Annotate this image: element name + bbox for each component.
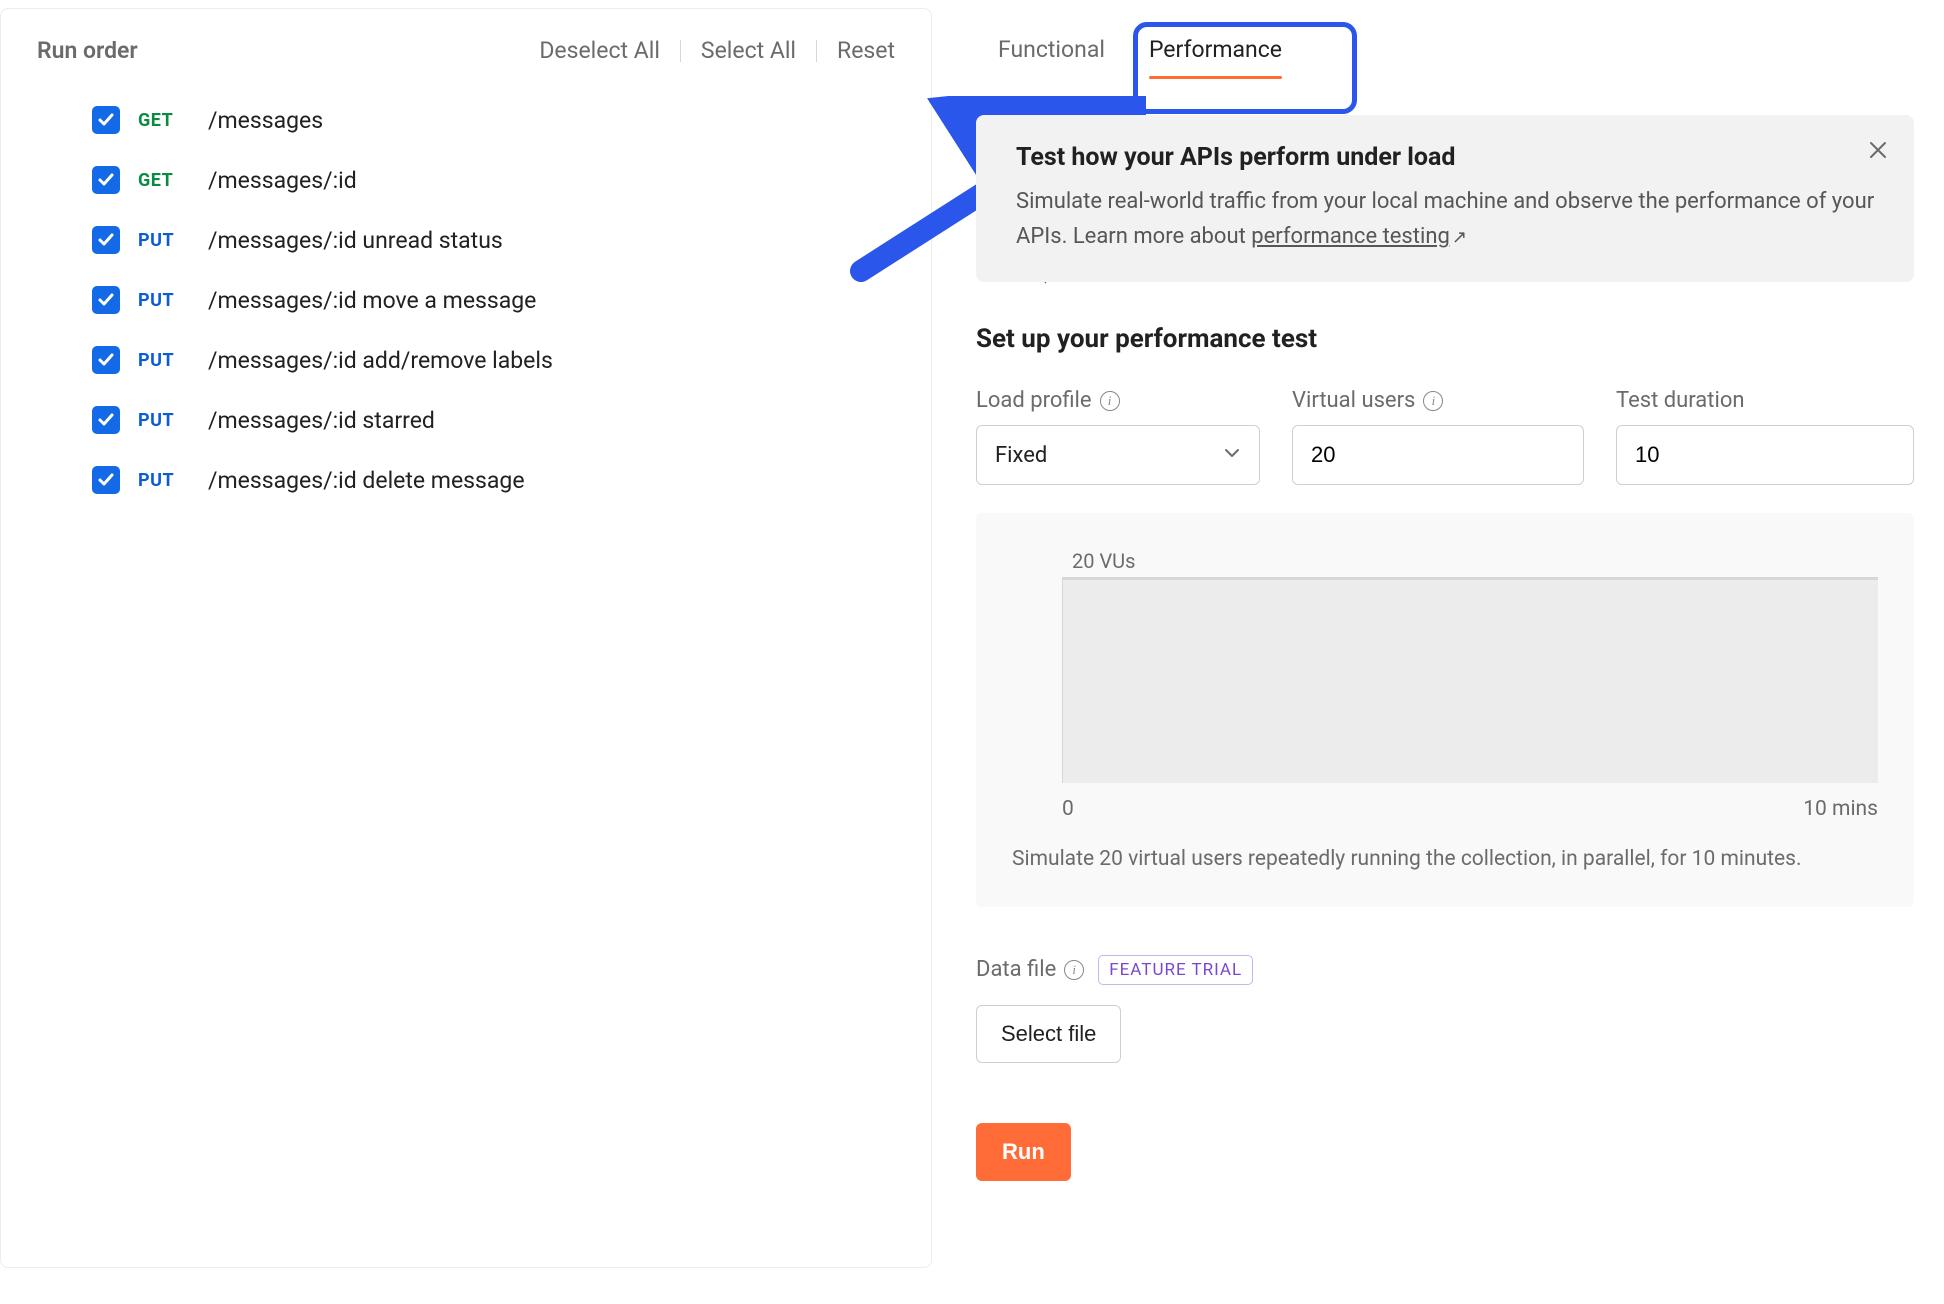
request-row[interactable]: PUT /messages/:id starred bbox=[92, 406, 895, 434]
virtual-users-label: Virtual users i bbox=[1292, 388, 1584, 413]
run-order-actions: Deselect All Select All Reset bbox=[539, 37, 895, 64]
external-link-icon: ↗ bbox=[1452, 227, 1467, 248]
request-path: /messages/:id delete message bbox=[208, 467, 525, 494]
close-icon[interactable] bbox=[1868, 139, 1888, 165]
request-method: PUT bbox=[138, 230, 190, 251]
reset-button[interactable]: Reset bbox=[837, 37, 895, 64]
request-row[interactable]: PUT /messages/:id add/remove labels bbox=[92, 346, 895, 374]
banner-title: Test how your APIs perform under load bbox=[1016, 143, 1880, 172]
label-text: Data file bbox=[976, 957, 1056, 982]
divider bbox=[680, 40, 681, 62]
run-button[interactable]: Run bbox=[976, 1123, 1071, 1181]
label-text: Test duration bbox=[1616, 388, 1745, 413]
request-path: /messages bbox=[208, 107, 323, 134]
performance-testing-link[interactable]: performance testing bbox=[1251, 224, 1450, 249]
request-checkbox[interactable] bbox=[92, 466, 120, 494]
banner-body: Simulate real-world traffic from your lo… bbox=[1016, 184, 1880, 254]
load-profile-select[interactable]: Fixed bbox=[976, 425, 1260, 485]
label-text: Virtual users bbox=[1292, 388, 1415, 413]
info-icon[interactable]: i bbox=[1423, 391, 1443, 411]
chart-axis-end: 10 mins bbox=[1803, 797, 1878, 821]
request-path: /messages/:id add/remove labels bbox=[208, 347, 553, 374]
request-row[interactable]: PUT /messages/:id delete message bbox=[92, 466, 895, 494]
chart-axis-start: 0 bbox=[1062, 797, 1074, 821]
request-row[interactable]: GET /messages bbox=[92, 106, 895, 134]
info-banner: Test how your APIs perform under load Si… bbox=[976, 115, 1914, 282]
tab-performance[interactable]: Performance bbox=[1127, 28, 1304, 79]
request-checkbox[interactable] bbox=[92, 226, 120, 254]
request-method: GET bbox=[138, 110, 190, 131]
tab-functional[interactable]: Functional bbox=[976, 28, 1127, 79]
virtual-users-input[interactable] bbox=[1292, 425, 1584, 485]
test-duration-label: Test duration bbox=[1616, 388, 1914, 413]
run-order-panel: Run order Deselect All Select All Reset … bbox=[0, 8, 932, 1268]
request-row[interactable]: PUT /messages/:id move a message bbox=[92, 286, 895, 314]
test-duration-input[interactable] bbox=[1617, 426, 1914, 484]
chart-plot-area bbox=[1062, 577, 1878, 783]
select-all-button[interactable]: Select All bbox=[701, 37, 796, 64]
info-icon[interactable]: i bbox=[1064, 960, 1084, 980]
divider bbox=[816, 40, 817, 62]
chevron-down-icon bbox=[1223, 443, 1241, 468]
chart-load-line bbox=[1063, 577, 1878, 580]
request-method: PUT bbox=[138, 470, 190, 491]
request-checkbox[interactable] bbox=[92, 346, 120, 374]
load-profile-chart: 20 VUs 0 10 mins Simulate 20 virtual use… bbox=[976, 513, 1914, 907]
request-list: GET /messages GET /messages/:id PUT /mes… bbox=[92, 106, 895, 494]
deselect-all-button[interactable]: Deselect All bbox=[539, 37, 660, 64]
request-checkbox[interactable] bbox=[92, 166, 120, 194]
request-checkbox[interactable] bbox=[92, 286, 120, 314]
request-checkbox[interactable] bbox=[92, 106, 120, 134]
select-file-button[interactable]: Select file bbox=[976, 1005, 1121, 1063]
request-method: PUT bbox=[138, 290, 190, 311]
request-path: /messages/:id starred bbox=[208, 407, 435, 434]
setup-heading: Set up your performance test bbox=[976, 324, 1914, 354]
request-method: PUT bbox=[138, 350, 190, 371]
request-row[interactable]: GET /messages/:id bbox=[92, 166, 895, 194]
select-value: Fixed bbox=[995, 443, 1047, 468]
run-order-title: Run order bbox=[37, 37, 138, 64]
label-text: Load profile bbox=[976, 388, 1092, 413]
data-file-label: Data file i bbox=[976, 957, 1084, 982]
request-checkbox[interactable] bbox=[92, 406, 120, 434]
performance-config-panel: Functional Performance Test how your API… bbox=[976, 8, 1914, 1268]
request-method: PUT bbox=[138, 410, 190, 431]
request-path: /messages/:id move a message bbox=[208, 287, 536, 314]
feature-trial-badge[interactable]: FEATURE TRIAL bbox=[1098, 955, 1253, 985]
request-path: /messages/:id bbox=[208, 167, 357, 194]
load-profile-label: Load profile i bbox=[976, 388, 1260, 413]
request-method: GET bbox=[138, 170, 190, 191]
chart-description: Simulate 20 virtual users repeatedly run… bbox=[1012, 843, 1878, 877]
test-duration-field: mins bbox=[1616, 425, 1914, 485]
info-icon[interactable]: i bbox=[1100, 391, 1120, 411]
request-row[interactable]: PUT /messages/:id unread status bbox=[92, 226, 895, 254]
tabs: Functional Performance bbox=[976, 28, 1914, 79]
chart-vu-label: 20 VUs bbox=[1072, 549, 1135, 573]
request-path: /messages/:id unread status bbox=[208, 227, 503, 254]
